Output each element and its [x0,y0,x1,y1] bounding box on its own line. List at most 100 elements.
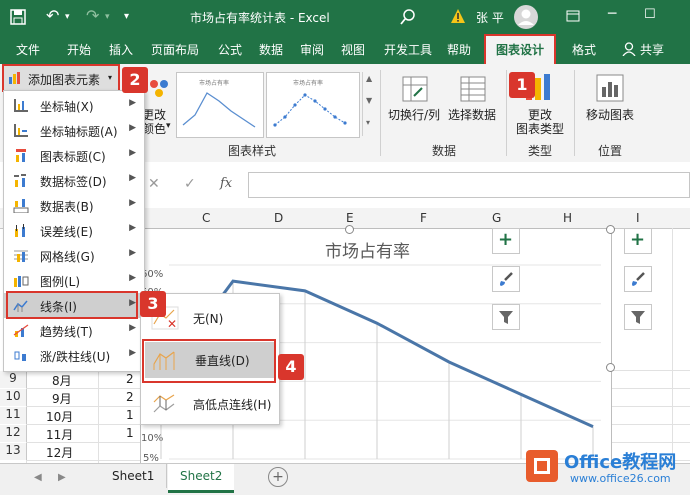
user-name[interactable]: 张 平 [476,9,504,26]
resize-handle[interactable] [606,363,615,372]
select-data-button[interactable]: 选择数据 [448,106,496,123]
customize-qat-icon[interactable]: ▾ [124,11,129,22]
restore-icon[interactable]: ☐ [644,7,656,22]
tab-review[interactable]: 审阅 [300,41,324,58]
tab-developer[interactable]: 开发工具 [384,41,432,58]
menu-item-axes[interactable]: 坐标轴(X)▶ [4,93,144,118]
ribbon-display-icon[interactable] [566,10,580,22]
axis-titles-icon [13,123,29,138]
minimize-icon[interactable]: ─ [608,6,616,22]
column-header-e[interactable]: E [346,211,354,225]
color-palette-icon [148,78,170,100]
redo-icon: ↷ [86,6,99,25]
undo-dropdown-icon[interactable]: ▾ [65,12,70,22]
more-styles-icon[interactable]: ▾ [366,118,370,127]
title-bar: ↶ ▾ ↷ ▾ ▾ 市场占有率统计表 - Excel 张 平 ─ ☐ [0,0,690,34]
column-header-g[interactable]: G [492,211,501,225]
chart-elements-button-2[interactable]: + [624,228,652,254]
switch-row-col-button[interactable]: 切换行/列 [388,106,440,123]
chart-style-thumb-1[interactable]: 市场占有率 [176,72,264,138]
window-title: 市场占有率统计表 - Excel [190,9,330,26]
resize-handle[interactable] [345,225,354,234]
svg-text:✕: ✕ [167,317,177,330]
tab-formulas[interactable]: 公式 [218,41,242,58]
scroll-right-icon[interactable]: ▶ [58,472,66,483]
scroll-left-icon[interactable]: ◀ [34,472,42,483]
insert-function-icon[interactable]: fx [220,176,232,191]
separator [506,70,507,156]
column-header-f[interactable]: F [420,211,427,225]
submenu-item-high-low-lines[interactable]: 高低点连线(H) [141,386,277,422]
row-header[interactable]: 11 [0,407,27,424]
avatar[interactable] [514,5,538,29]
month-cell[interactable]: 12月 [46,444,73,461]
tab-insert[interactable]: 插入 [109,41,133,58]
menu-item-chart-title[interactable]: 图表标题(C)▶ [4,143,144,168]
tab-file[interactable]: 文件 [16,41,40,58]
sheet-tab-sheet2[interactable]: Sheet2 [168,464,234,493]
change-colors-dropdown-icon[interactable]: ▾ [166,121,171,131]
tab-view[interactable]: 视图 [341,41,365,58]
row-header[interactable]: 12 [0,425,27,442]
share-icon[interactable] [622,42,636,56]
chart-title-icon [13,148,29,163]
row-header[interactable]: 13 [0,443,27,460]
value-cell[interactable]: 1 [126,426,134,440]
menu-item-data-labels[interactable]: 数据标签(D)▶ [4,168,144,193]
menu-item-legend[interactable]: 图例(L)▶ [4,268,144,293]
chart-filters-button-2[interactable] [624,304,652,330]
menu-item-axis-titles[interactable]: 坐标轴标题(A)▶ [4,118,144,143]
warning-icon[interactable] [450,8,466,24]
separator [574,70,575,156]
high-low-lines-label: 高低点连线(H) [193,396,271,413]
row-header[interactable]: 9 [0,371,27,388]
chart-styles-button-2[interactable] [624,266,652,292]
thumb-title-2: 市场占有率 [293,78,323,87]
thumb-line-chart [181,87,259,133]
month-cell[interactable]: 8月 [52,372,72,389]
style-scroll[interactable]: ▲ ▼ ▾ [362,72,377,136]
change-colors-label-2[interactable]: 颜色 [142,120,166,137]
value-cell[interactable]: 2 [126,390,134,404]
column-header-d[interactable]: D [274,211,283,225]
data-table-icon [13,198,29,213]
column-header-c[interactable]: C [202,211,210,225]
value-cell[interactable]: 2 [126,372,134,386]
menu-item-gridlines[interactable]: 网格线(G)▶ [4,243,144,268]
chart-style-thumb-2[interactable]: 市场占有率 [266,72,360,138]
resize-handle[interactable] [606,225,615,234]
step-badge: 3 [140,291,166,317]
formula-input[interactable] [248,172,690,198]
column-header-i[interactable]: I [636,211,640,225]
menu-item-data-table[interactable]: 数据表(B)▶ [4,193,144,218]
scroll-up-icon[interactable]: ▲ [366,74,372,83]
month-cell[interactable]: 11月 [46,426,73,443]
search-icon[interactable] [400,9,416,25]
month-cell[interactable]: 9月 [52,390,72,407]
scroll-down-icon[interactable]: ▼ [366,96,372,105]
chart-elements-button[interactable]: + [492,228,520,254]
plus-icon: + [498,229,513,250]
undo-icon[interactable]: ↶ [46,6,59,25]
tab-data[interactable]: 数据 [259,41,283,58]
value-cell[interactable]: 1 [126,408,134,422]
tab-format[interactable]: 格式 [572,41,596,58]
month-cell[interactable]: 10月 [46,408,73,425]
sheet-tab-sheet1[interactable]: Sheet1 [100,464,167,488]
tab-help[interactable]: 帮助 [447,41,471,58]
tab-home[interactable]: 开始 [67,41,91,58]
trendline-icon [13,323,29,338]
change-chart-type-label-2[interactable]: 图表类型 [516,120,564,137]
chart-filters-button[interactable] [492,304,520,330]
add-sheet-icon[interactable]: + [268,467,288,487]
move-chart-button[interactable]: 移动图表 [586,106,634,123]
save-icon[interactable] [10,9,26,25]
tab-page-layout[interactable]: 页面布局 [151,41,199,58]
column-header-h[interactable]: H [563,211,572,225]
row-header[interactable]: 10 [0,389,27,406]
menu-item-up-down-bars[interactable]: 涨/跌柱线(U)▶ [4,343,144,368]
share-button[interactable]: 共享 [640,41,664,58]
menu-item-trendline[interactable]: 趋势线(T)▶ [4,318,144,343]
chart-styles-button[interactable] [492,266,520,292]
menu-item-error-bars[interactable]: 误差线(E)▶ [4,218,144,243]
